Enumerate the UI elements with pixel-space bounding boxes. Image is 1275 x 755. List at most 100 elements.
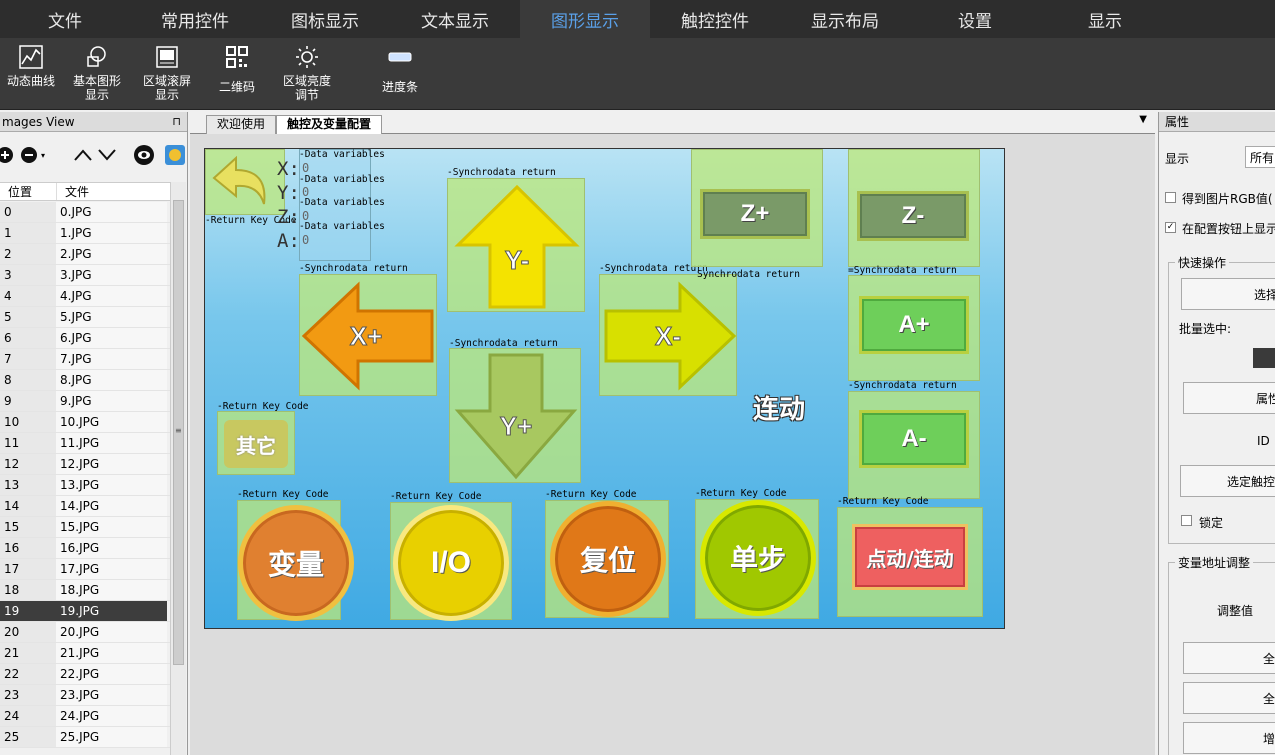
column-header-file[interactable]: 文件 [56, 183, 167, 200]
row-file: 12.JPG [56, 454, 167, 474]
progress-bar-tool[interactable]: 进度条 [374, 44, 426, 94]
batch-color-swatch[interactable] [1253, 348, 1275, 368]
table-row[interactable]: 1 1.JPG [0, 223, 170, 244]
menu-item[interactable]: 触控控件 [650, 0, 780, 38]
row-position: 18 [0, 580, 56, 600]
z-plus-button[interactable]: Z+ [691, 149, 823, 267]
menu-item[interactable]: 图形显示 [520, 0, 650, 38]
x-minus-button[interactable]: X- [599, 274, 737, 396]
rgb-checkbox[interactable] [1165, 192, 1176, 203]
table-row[interactable]: 14 14.JPG [0, 496, 170, 517]
table-row[interactable]: 15 15.JPG [0, 517, 170, 538]
table-row[interactable]: 6 6.JPG [0, 328, 170, 349]
x-plus-button[interactable]: X+ [299, 274, 437, 396]
tab-welcome[interactable]: 欢迎使用 [206, 115, 277, 134]
menu-item[interactable]: 常用控件 [130, 0, 260, 38]
return-key-label-io: -Return Key Code [390, 491, 482, 502]
menu-item[interactable]: 图标显示 [260, 0, 390, 38]
row-file: 7.JPG [56, 349, 167, 369]
y-minus-button[interactable]: Y- [447, 178, 585, 312]
select-button[interactable]: 选择 [1181, 278, 1275, 310]
menu-item[interactable]: 显示 [1040, 0, 1170, 38]
properties-button[interactable]: 属性 [1183, 382, 1275, 414]
menu-item[interactable]: 文本显示 [390, 0, 520, 38]
table-row[interactable]: 16 16.JPG [0, 538, 170, 559]
table-row[interactable]: 18 18.JPG [0, 580, 170, 601]
menu-item[interactable]: 文件 [0, 0, 130, 38]
variable-button[interactable]: 变量 [237, 500, 354, 621]
tab-touch-config[interactable]: 触控及变量配置 [276, 115, 383, 134]
table-row[interactable]: 4 4.JPG [0, 286, 170, 307]
y-plus-button[interactable]: Y+ [449, 348, 581, 483]
table-row[interactable]: 20 20.JPG [0, 622, 170, 643]
all-button-1[interactable]: 全部 [1183, 642, 1275, 674]
image-icon[interactable] [164, 144, 186, 166]
table-row[interactable]: 9 9.JPG [0, 391, 170, 412]
arrow-right-icon: X- [604, 281, 737, 391]
scroll-region-tool[interactable]: 区域滚屏 显示 [138, 44, 196, 102]
row-position: 1 [0, 223, 56, 243]
images-view-title: mages View [2, 115, 75, 129]
lock-checkbox[interactable] [1181, 515, 1192, 526]
table-row[interactable]: 10 10.JPG [0, 412, 170, 433]
row-position: 15 [0, 517, 56, 537]
data-var-label-a: -Data variables [299, 221, 385, 232]
row-file: 9.JPG [56, 391, 167, 411]
qrcode-tool[interactable]: 二维码 [212, 44, 262, 94]
table-row[interactable]: 7 7.JPG [0, 349, 170, 370]
all-button-2[interactable]: 全部 [1183, 682, 1275, 714]
reset-button[interactable]: 复位 [545, 500, 669, 618]
menu-item[interactable]: 设置 [910, 0, 1040, 38]
images-scrollbar[interactable]: ≡ [170, 182, 186, 755]
row-position: 0 [0, 202, 56, 222]
row-position: 9 [0, 391, 56, 411]
column-header-position[interactable]: 位置 [0, 183, 56, 200]
a-minus-button[interactable]: A- [848, 391, 980, 499]
other-button[interactable]: 其它 [217, 411, 295, 475]
sync-label-z-plus: Synchrodata return [697, 269, 800, 280]
jog-linkage-toggle-button[interactable]: 点动/连动 [837, 507, 983, 617]
io-button[interactable]: I/O [390, 502, 512, 621]
a-minus-label: A- [859, 410, 969, 468]
menu-bar: 文件 常用控件 图标显示 文本显示 图形显示 触控控件 显示布局 设置 显示 [0, 0, 1275, 38]
table-row[interactable]: 11 11.JPG [0, 433, 170, 454]
move-down-icon[interactable] [96, 144, 118, 166]
basic-shapes-tool[interactable]: 基本图形 显示 [68, 44, 126, 102]
tab-dropdown-icon[interactable]: ▼ [1139, 114, 1147, 125]
table-row[interactable]: 5 5.JPG [0, 307, 170, 328]
menu-item[interactable]: 显示布局 [780, 0, 910, 38]
display-select[interactable]: 所有 [1245, 146, 1275, 168]
properties-button-label: 属性 [1255, 391, 1275, 406]
table-row[interactable]: 23 23.JPG [0, 685, 170, 706]
table-row[interactable]: 8 8.JPG [0, 370, 170, 391]
show-on-button-checkbox[interactable]: ✓ [1165, 222, 1176, 233]
step-button[interactable]: 单步 [695, 499, 819, 619]
table-row[interactable]: 24 24.JPG [0, 706, 170, 727]
a-plus-button[interactable]: A+ [848, 275, 980, 381]
table-row[interactable]: 0 0.JPG [0, 202, 170, 223]
scrollbar-thumb[interactable]: ≡ [173, 200, 184, 665]
table-row[interactable]: 12 12.JPG [0, 454, 170, 475]
preview-eye-icon[interactable] [133, 144, 155, 166]
z-minus-button[interactable]: Z- [848, 149, 980, 267]
add-icon[interactable] [0, 144, 16, 166]
table-row[interactable]: 3 3.JPG [0, 265, 170, 286]
table-row[interactable]: 25 25.JPG [0, 727, 170, 748]
table-row[interactable]: 19 19.JPG [0, 601, 170, 622]
table-row[interactable]: 2 2.JPG [0, 244, 170, 265]
select-touch-button[interactable]: 选定触控 [1180, 465, 1275, 497]
back-button[interactable] [205, 149, 285, 215]
brightness-tool[interactable]: 区域亮度 调节 [278, 44, 336, 102]
pin-icon[interactable]: ⊓ [172, 112, 181, 132]
table-row[interactable]: 22 22.JPG [0, 664, 170, 685]
dropdown-icon[interactable]: ▾ [36, 144, 50, 166]
move-up-icon[interactable] [72, 144, 94, 166]
row-file: 20.JPG [56, 622, 167, 642]
add-button[interactable]: 增加 [1183, 722, 1275, 754]
arrow-up-icon: Y- [454, 184, 580, 309]
table-row[interactable]: 21 21.JPG [0, 643, 170, 664]
table-row[interactable]: 13 13.JPG [0, 475, 170, 496]
table-row[interactable]: 17 17.JPG [0, 559, 170, 580]
dynamic-curve-tool[interactable]: 动态曲线 [4, 44, 58, 88]
display-label: 显示 [1165, 152, 1190, 166]
